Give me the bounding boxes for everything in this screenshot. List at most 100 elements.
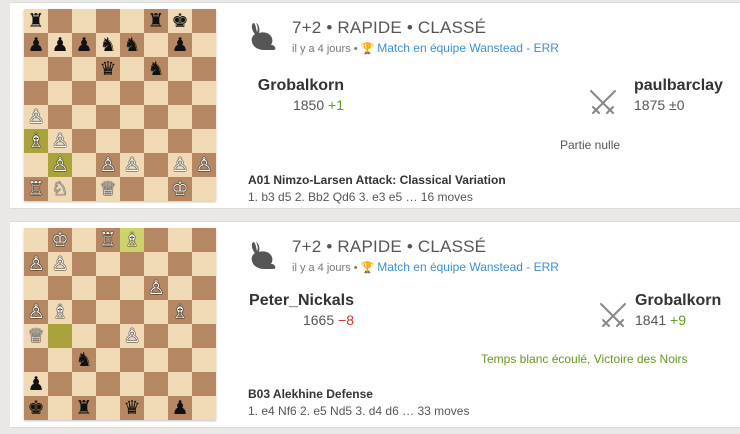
board-square xyxy=(96,129,120,153)
board-square xyxy=(48,372,72,396)
board-square: ♔ xyxy=(48,228,72,252)
board-square: ♕ xyxy=(96,177,120,201)
board-square: ♙ xyxy=(24,252,48,276)
chess-piece: ♜ xyxy=(147,10,165,32)
board-square xyxy=(120,300,144,324)
board-square xyxy=(72,9,96,33)
chess-piece: ♞ xyxy=(99,34,117,56)
board-square xyxy=(192,372,216,396)
board-square xyxy=(144,252,168,276)
board-square xyxy=(144,153,168,177)
board-square xyxy=(96,81,120,105)
board-square: ♞ xyxy=(120,33,144,57)
board-square xyxy=(168,129,192,153)
time-ago: il y a 4 jours xyxy=(292,43,351,55)
board-square xyxy=(192,33,216,57)
board-square xyxy=(120,57,144,81)
board-square xyxy=(168,57,192,81)
board-square: ♚ xyxy=(24,396,48,420)
board-square xyxy=(120,177,144,201)
chess-piece: ♙ xyxy=(99,154,117,176)
white-player[interactable]: Peter_Nickals 1665 −8 xyxy=(249,292,354,328)
chess-piece: ♔ xyxy=(171,178,189,200)
chess-piece: ♙ xyxy=(147,277,165,299)
board-square xyxy=(168,81,192,105)
board-square xyxy=(48,105,72,129)
game-info: 7+2 • RAPIDE • CLASSÉ il y a 4 jours • 🏆 Ma… xyxy=(238,3,740,208)
event-link[interactable]: Match en équipe Wanstead - ERR xyxy=(377,260,559,274)
board-square xyxy=(192,9,216,33)
black-player[interactable]: Grobalkorn 1841 +9 xyxy=(635,292,721,328)
board-square xyxy=(192,276,216,300)
game-card[interactable]: ♔ ♖ ♗ ♙ ♙ ♙ ♙ ♗ ♗ ♕ ♙ ♞ ♟ ♚ ♜ ♛ ♟ 7+2 • RAPIDE • CLASSÉ … xyxy=(10,221,740,428)
board-square xyxy=(24,153,48,177)
board-square: ♜ xyxy=(24,9,48,33)
board-square xyxy=(144,372,168,396)
chess-piece: ♗ xyxy=(171,301,189,323)
board-square xyxy=(96,276,120,300)
event-link[interactable]: Match en équipe Wanstead - ERR xyxy=(377,41,559,55)
board-square xyxy=(120,129,144,153)
board-square: ♕ xyxy=(24,324,48,348)
white-player[interactable]: Grobalkorn 1850 +1 xyxy=(258,77,344,113)
board-square: ♘ xyxy=(48,177,72,201)
board-square: ♙ xyxy=(48,153,72,177)
board-square xyxy=(24,57,48,81)
white-player-rating: 1850 +1 xyxy=(292,97,344,113)
chess-piece: ♙ xyxy=(195,154,213,176)
separator: • xyxy=(353,262,358,274)
trophy-icon: 🏆 xyxy=(360,262,375,274)
mini-board[interactable]: ♜ ♜ ♚ ♟ ♟ ♟ ♞ ♞ ♟ ♛ ♞ ♙ ♗ ♙ ♙ ♙ ♙ ♙ ♙ ♖ ♘ ♕ ♔ xyxy=(24,9,216,201)
chess-piece: ♖ xyxy=(99,229,117,251)
board-square xyxy=(24,228,48,252)
board-square xyxy=(72,177,96,201)
board-square xyxy=(168,105,192,129)
board-square: ♔ xyxy=(168,177,192,201)
chess-piece: ♙ xyxy=(27,253,45,275)
chess-piece: ♕ xyxy=(27,325,45,347)
board-square xyxy=(24,348,48,372)
board-square xyxy=(120,372,144,396)
black-player[interactable]: paulbarclay 1875 ±0 xyxy=(634,77,723,113)
board-square: ♛ xyxy=(120,396,144,420)
board-square: ♟ xyxy=(48,33,72,57)
board-square: ♞ xyxy=(72,348,96,372)
board-square xyxy=(96,324,120,348)
board-square xyxy=(96,348,120,372)
mini-board[interactable]: ♔ ♖ ♗ ♙ ♙ ♙ ♙ ♗ ♗ ♕ ♙ ♞ ♟ ♚ ♜ ♛ ♟ xyxy=(24,228,216,420)
board-square xyxy=(48,276,72,300)
board-square: ♞ xyxy=(96,33,120,57)
board-square xyxy=(24,276,48,300)
game-result: Temps blanc écoulé, Victoire des Noirs xyxy=(481,352,688,366)
chess-piece: ♙ xyxy=(123,325,141,347)
board-square xyxy=(192,105,216,129)
game-result: Partie nulle xyxy=(560,138,621,152)
board-square xyxy=(192,324,216,348)
board-square xyxy=(144,81,168,105)
board-square: ♗ xyxy=(168,300,192,324)
chess-piece: ♚ xyxy=(171,10,189,32)
chess-piece: ♞ xyxy=(123,34,141,56)
board-square: ♞ xyxy=(144,57,168,81)
board-square xyxy=(72,105,96,129)
crossed-swords-icon xyxy=(590,90,616,114)
board-square: ♙ xyxy=(144,276,168,300)
chess-piece: ♙ xyxy=(51,253,69,275)
board-square: ♗ xyxy=(120,228,144,252)
rapid-rabbit-icon xyxy=(251,242,276,269)
white-player-name[interactable]: Grobalkorn xyxy=(258,77,344,95)
black-player-name[interactable]: Grobalkorn xyxy=(635,292,721,310)
black-player-name[interactable]: paulbarclay xyxy=(634,77,723,95)
board-square: ♗ xyxy=(48,300,72,324)
board-square xyxy=(144,105,168,129)
white-player-name[interactable]: Peter_Nickals xyxy=(249,292,354,310)
chess-piece: ♕ xyxy=(99,178,117,200)
board-square xyxy=(96,300,120,324)
board-square xyxy=(192,228,216,252)
board-square: ♙ xyxy=(96,153,120,177)
board-square: ♚ xyxy=(168,9,192,33)
chess-piece: ♙ xyxy=(27,106,45,128)
board-square xyxy=(144,396,168,420)
game-card[interactable]: ♜ ♜ ♚ ♟ ♟ ♟ ♞ ♞ ♟ ♛ ♞ ♙ ♗ ♙ ♙ ♙ ♙ ♙ ♙ ♖ ♘ ♕ ♔ 7+2 • RAPIDE • C… xyxy=(10,2,740,209)
board-square xyxy=(168,372,192,396)
